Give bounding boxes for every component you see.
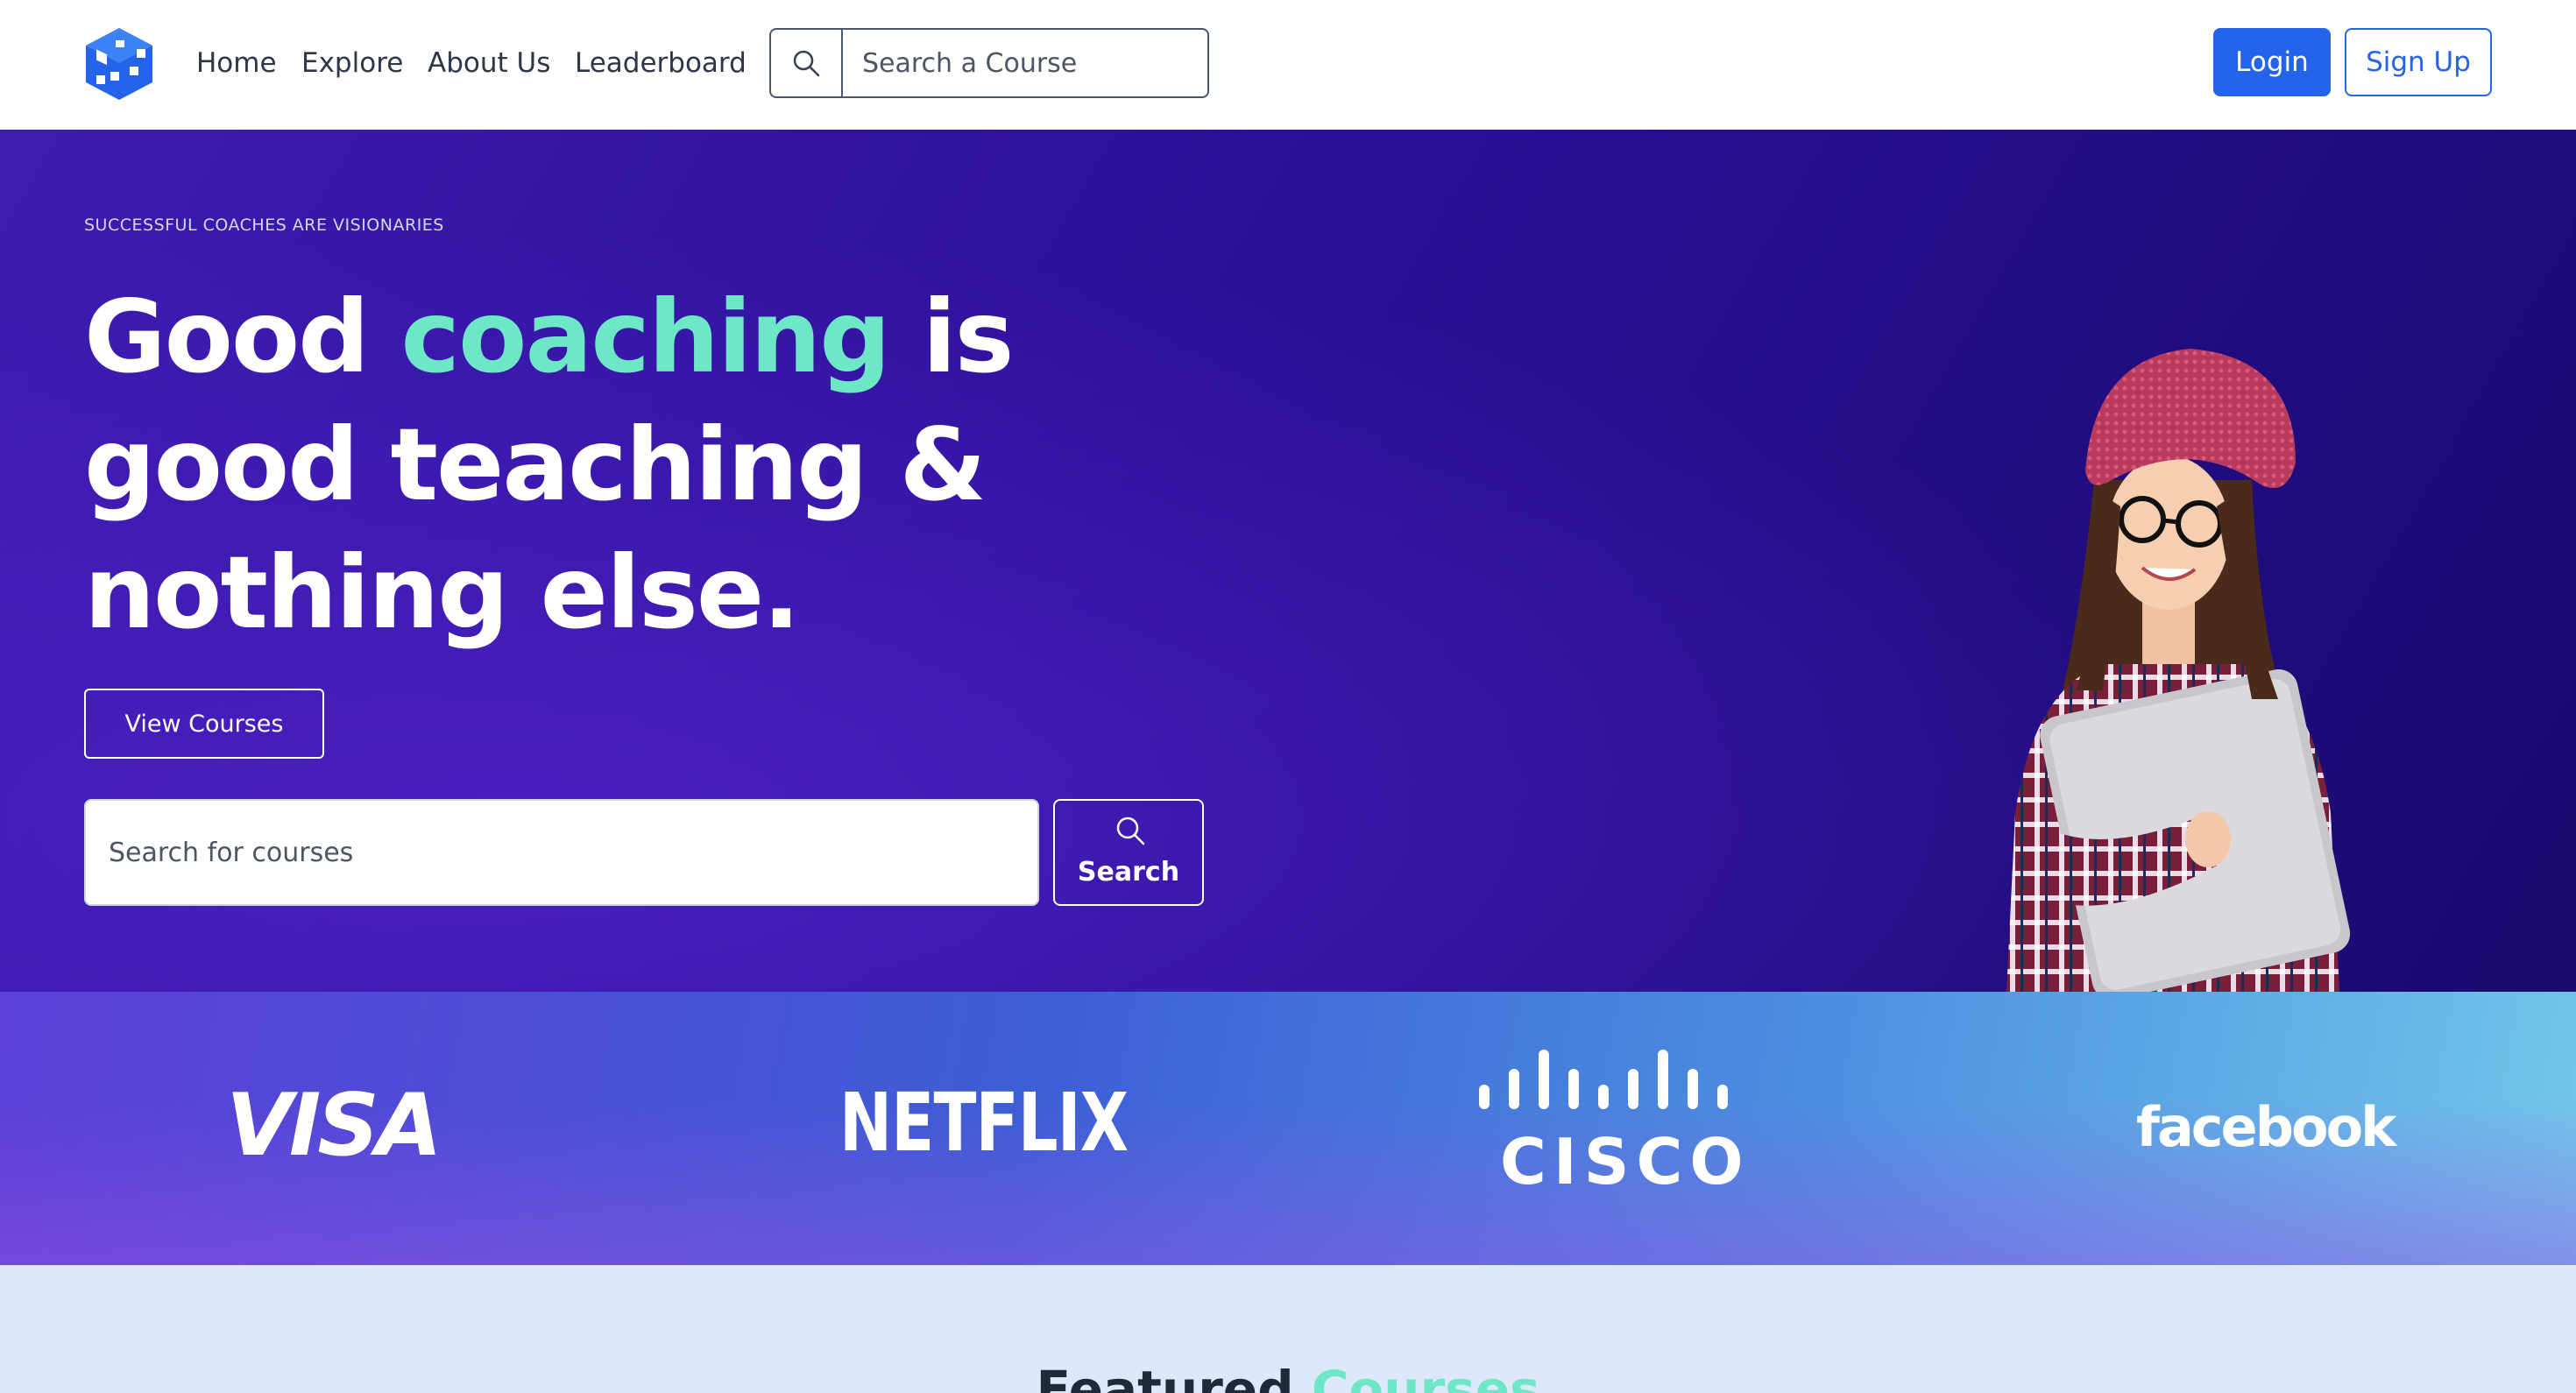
hero-search-button[interactable]: Search xyxy=(1053,799,1204,906)
netflix-logo: NETFLIX xyxy=(839,1076,1129,1170)
hero-search-label: Search xyxy=(1077,857,1180,887)
hero-search-input[interactable] xyxy=(84,799,1039,906)
navbar: Home Explore About Us Leaderboard Login … xyxy=(0,0,2576,130)
signup-button[interactable]: Sign Up xyxy=(2345,28,2492,96)
hero-headline: Good coaching is good teaching & nothing… xyxy=(84,273,1048,657)
hero-eyebrow: SUCCESSFUL COACHES ARE VISIONARIES xyxy=(84,216,444,235)
nav-link-home[interactable]: Home xyxy=(196,46,277,81)
featured-title-accent: Courses xyxy=(1311,1360,1540,1393)
partners-strip: VISA NETFLIX CISCO facebook xyxy=(0,992,2576,1265)
search-icon xyxy=(1116,817,1145,845)
student-illustration xyxy=(2006,349,2351,992)
featured-title: Featured Courses xyxy=(0,1360,2576,1393)
nav-link-about-us[interactable]: About Us xyxy=(428,46,550,81)
featured-section: Featured Courses xyxy=(0,1265,2576,1393)
cisco-logo: CISCO xyxy=(1500,1125,1751,1199)
cisco-bars-icon xyxy=(1479,1050,1728,1109)
login-button[interactable]: Login xyxy=(2213,28,2331,96)
nav-link-leaderboard[interactable]: Leaderboard xyxy=(575,46,747,81)
headline-accent: coaching xyxy=(400,279,891,395)
nav-search-input[interactable] xyxy=(845,30,1204,96)
featured-title-part1: Featured xyxy=(1036,1360,1312,1393)
headline-part1: Good xyxy=(84,279,401,395)
hero-section: SUCCESSFUL COACHES ARE VISIONARIES Good … xyxy=(0,130,2576,992)
search-icon xyxy=(793,50,820,77)
visa-logo: VISA xyxy=(226,1076,442,1176)
nav-search-button[interactable] xyxy=(771,30,843,96)
facebook-logo: facebook xyxy=(2136,1095,2396,1159)
nav-link-explore[interactable]: Explore xyxy=(301,46,403,81)
nav-search-bar xyxy=(769,28,1209,98)
view-courses-button[interactable]: View Courses xyxy=(84,689,324,759)
cube-logo-icon[interactable] xyxy=(84,26,154,102)
